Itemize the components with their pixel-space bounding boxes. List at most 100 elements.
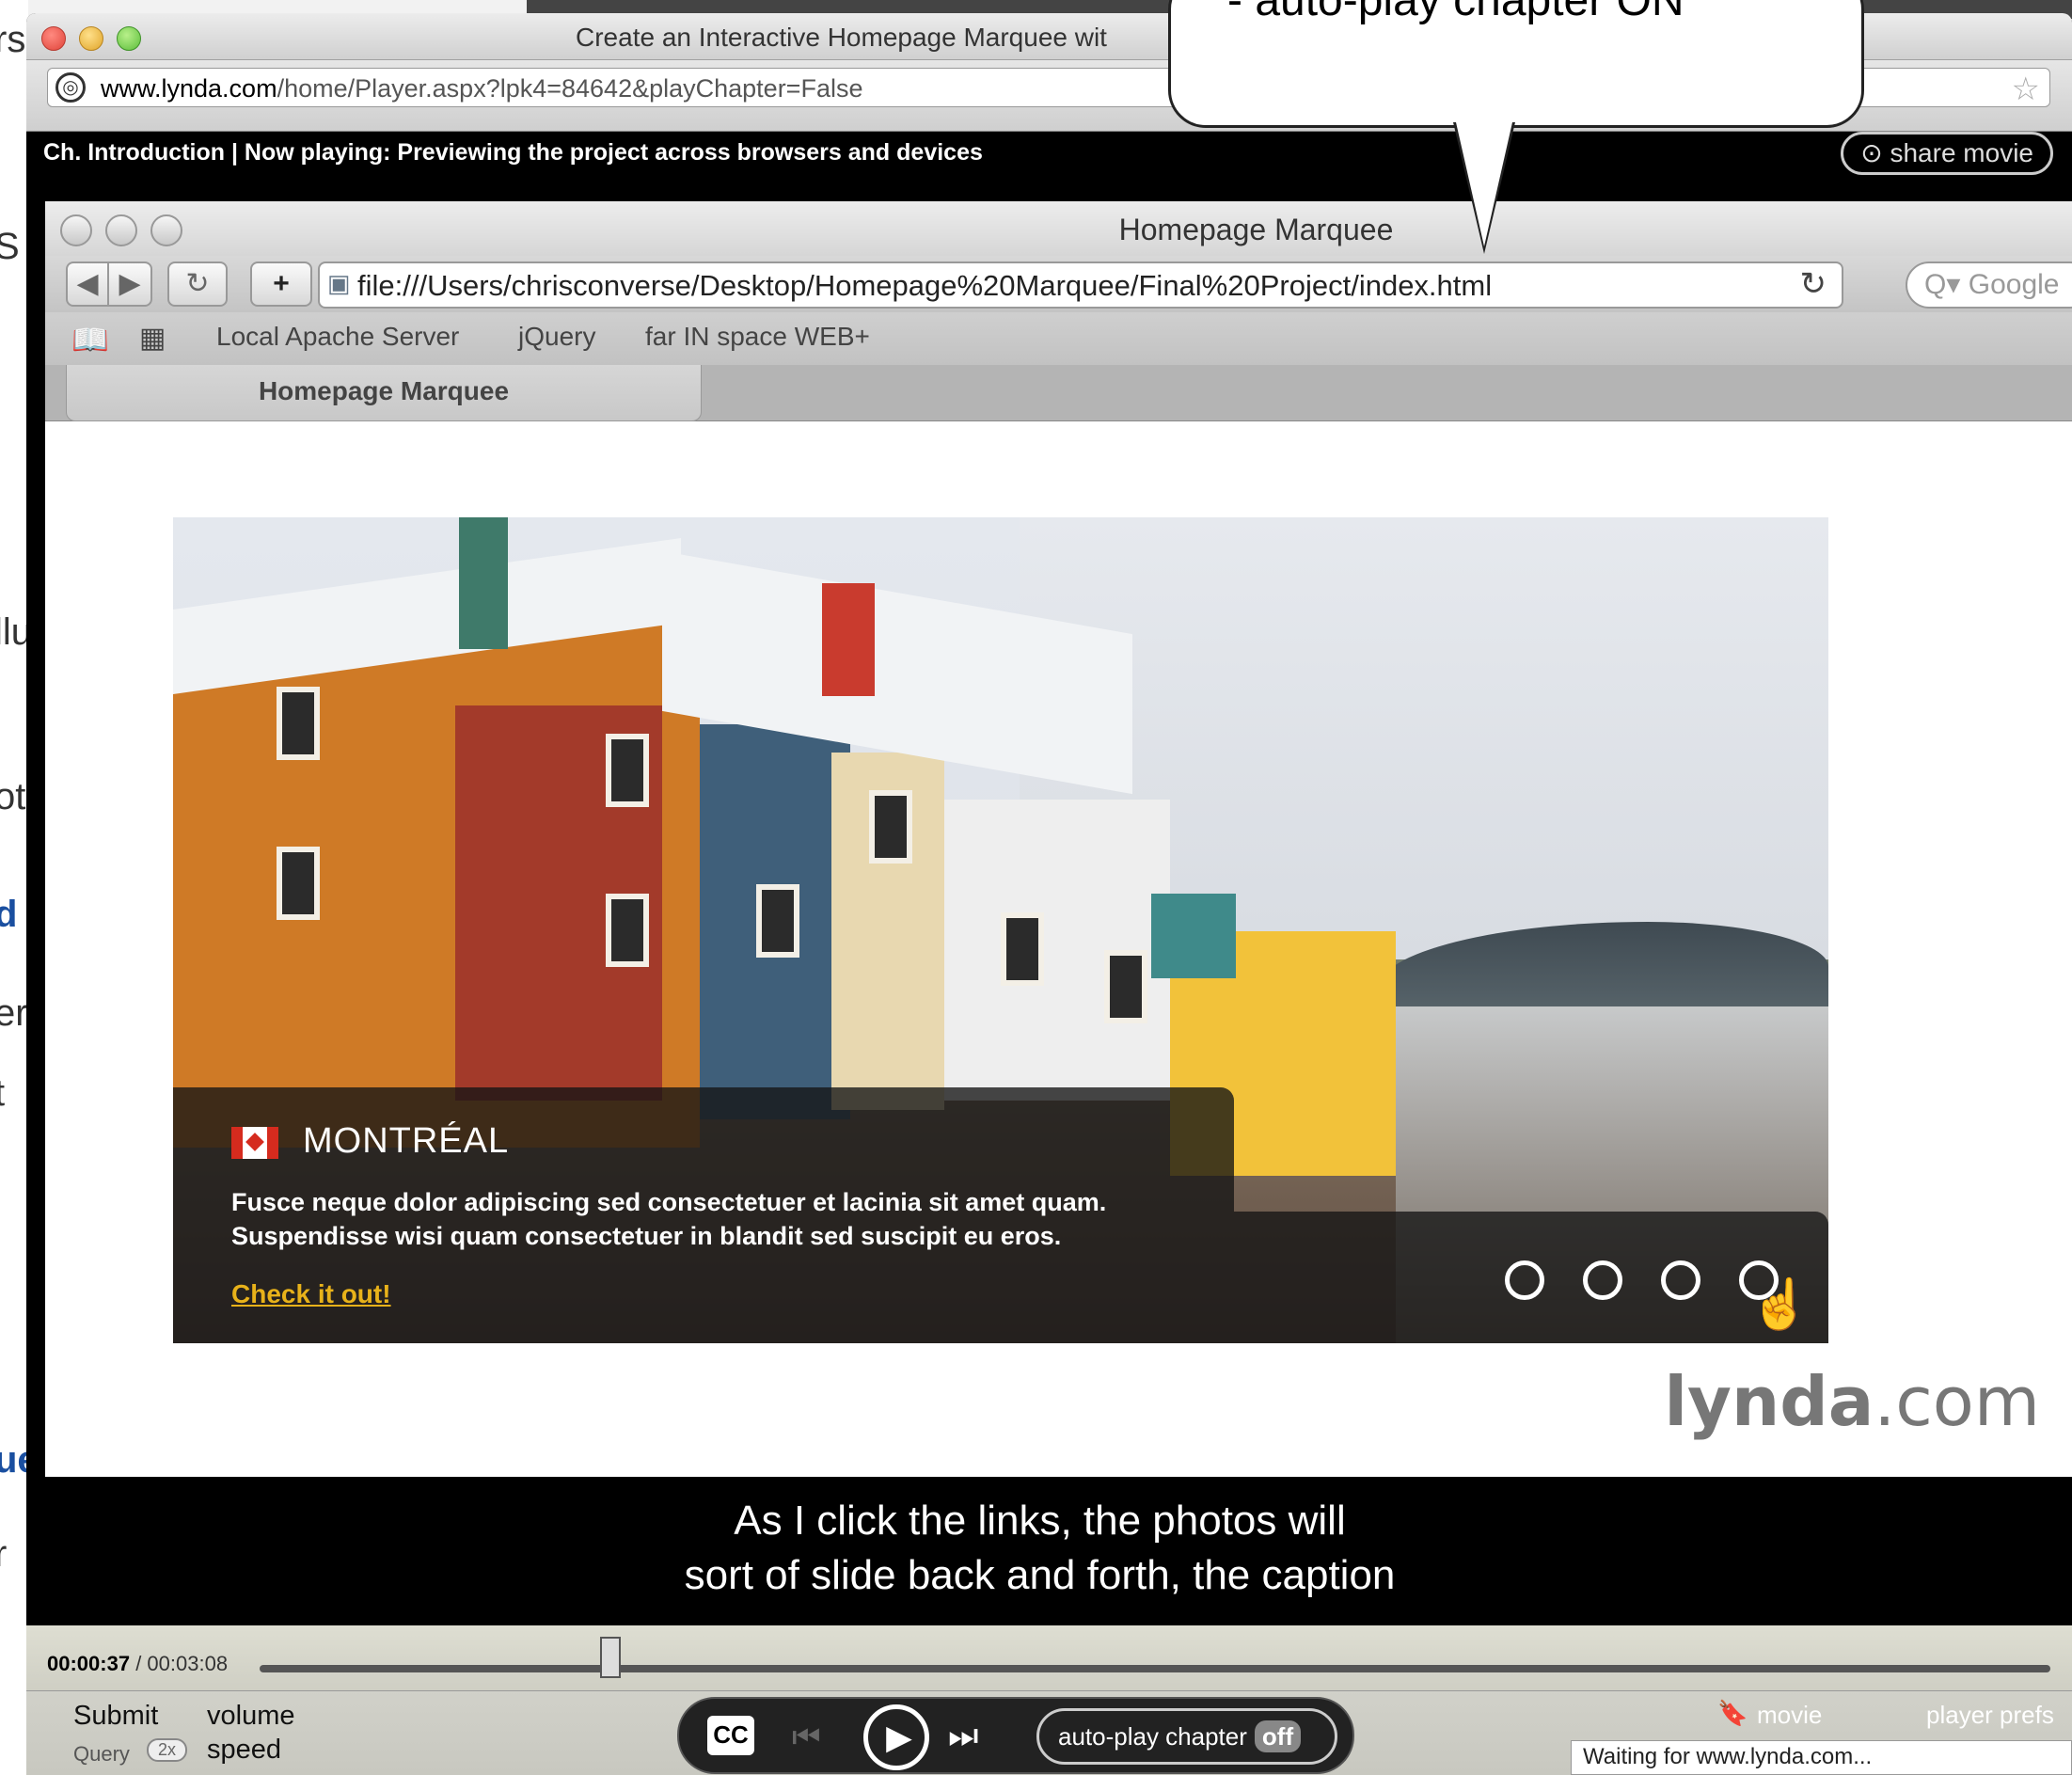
inner-window-title: Homepage Marquee: [1118, 213, 1394, 246]
search-placeholder: Google: [1968, 269, 2060, 300]
next-icon[interactable]: ⏭: [948, 1716, 978, 1756]
bg-fragment: rs: [0, 19, 26, 60]
canada-flag-icon: [231, 1127, 278, 1159]
tab-bar: Homepage Marquee: [45, 365, 2072, 421]
time-current: 00:00:37: [47, 1652, 131, 1675]
logo-suffix: .com: [1874, 1362, 2040, 1441]
hand-cursor-icon: ☝: [1749, 1277, 1811, 1332]
window-pane: [277, 687, 320, 760]
window-pane: [606, 894, 649, 967]
closed-captions-button[interactable]: CC: [707, 1716, 754, 1755]
caption-title: MONTRÉAL: [303, 1121, 510, 1161]
globe-icon: ◎: [55, 72, 86, 103]
callout-text: - auto-play chapter ON: [1227, 0, 1684, 25]
bookmark-item: far IN space WEB+: [645, 322, 870, 351]
inner-toolbar: ◀ ▶ ↻ + ▣ file:///Users/chrisconverse/De…: [45, 256, 2072, 312]
marquee-slide: MONTRÉAL Fusce neque dolor adipiscing se…: [173, 517, 1828, 1343]
window-pane: [1001, 912, 1044, 986]
close-window-button[interactable]: [41, 26, 66, 51]
player-prefs-label[interactable]: player prefs: [1926, 1701, 2054, 1730]
inner-window-titlebar: Homepage Marquee: [45, 201, 2072, 256]
green-chimney: [459, 517, 508, 649]
page-icon: ▣: [327, 269, 351, 297]
player-controls: 00:00:37 / 00:03:08 Submit volume Query …: [26, 1625, 2072, 1775]
teal-roof: [1151, 894, 1236, 978]
page-content: MONTRÉAL Fusce neque dolor adipiscing se…: [45, 421, 2072, 1477]
minimize-window-button[interactable]: [79, 26, 103, 51]
book-icon: 📖: [71, 323, 109, 357]
time-total: / 00:03:08: [135, 1652, 229, 1675]
autoplay-label: auto-play chapter: [1058, 1722, 1247, 1751]
background-left-edge: rs S llu ot d er t ue r: [0, 0, 39, 1775]
auto-play-chapter-toggle[interactable]: auto-play chapter off: [1036, 1708, 1337, 1765]
url-path: /home/Player.aspx?lpk4=84642&playChapter…: [277, 74, 863, 103]
search-icon: Q▾: [1924, 269, 1969, 300]
bookmark-icon[interactable]: 🔖: [1717, 1699, 1748, 1728]
window-title: Create an Interactive Homepage Marquee w…: [576, 23, 1107, 52]
player-info-bar: Ch. Introduction | Now playing: Previewi…: [26, 132, 2072, 188]
inner-url-text: file:///Users/chrisconverse/Desktop/Home…: [357, 269, 1493, 302]
caption-description: Fusce neque dolor adipiscing sed consect…: [231, 1185, 1210, 1253]
transport-controls: CC ⏮ ▶ ⏭ auto-play chapter off: [677, 1697, 1354, 1774]
bg-fragment: d: [0, 894, 18, 935]
autoplay-state: off: [1254, 1720, 1302, 1752]
slide-dot: [1505, 1260, 1544, 1300]
slide-dot: [1583, 1260, 1622, 1300]
share-movie-label: share movie: [1890, 138, 2033, 167]
inner-address-bar: ▣ file:///Users/chrisconverse/Desktop/Ho…: [318, 261, 1843, 309]
inner-reload-icon: ↻: [1799, 266, 1827, 302]
subtitle-line: sort of slide back and forth, the captio…: [684, 1552, 1396, 1598]
window-pane: [869, 790, 912, 864]
video-frame[interactable]: Homepage Marquee ◀ ▶ ↻ + ▣ file:///Users…: [45, 201, 2072, 1477]
window-pane: [1104, 950, 1147, 1023]
grid-icon: ▦: [139, 323, 166, 354]
bookmark-item: Local Apache Server: [216, 322, 460, 351]
movie-label[interactable]: movie: [1757, 1701, 1822, 1730]
submit-label: Submit: [73, 1701, 159, 1731]
tab-homepage-marquee: Homepage Marquee: [66, 365, 702, 421]
bg-fragment: r: [0, 1533, 8, 1575]
bg-fragment: t: [0, 1072, 5, 1115]
caption-line: Fusce neque dolor adipiscing sed consect…: [231, 1188, 1107, 1216]
window-pane: [606, 734, 649, 807]
share-icon: ⊙: [1860, 138, 1890, 167]
speed-badge[interactable]: 2x: [147, 1738, 188, 1762]
caption-line: Suspendisse wisi quam consectetuer in bl…: [231, 1222, 1062, 1250]
progress-track[interactable]: [260, 1665, 2050, 1672]
volume-label[interactable]: volume: [207, 1701, 295, 1732]
forward-arrow-icon: ▶: [107, 261, 152, 307]
timeline: 00:00:37 / 00:03:08: [26, 1625, 2072, 1691]
bg-fragment: ot: [0, 776, 26, 817]
time-display: 00:00:37 / 00:03:08: [47, 1652, 228, 1676]
subtitle-line: As I click the links, the photos will: [734, 1498, 1346, 1544]
window-pane: [756, 884, 799, 958]
add-bookmark-icon: +: [250, 261, 312, 307]
check-it-out-link: Check it out!: [231, 1279, 391, 1308]
reload-icon: ↻: [167, 261, 228, 307]
browser-status-bar: Waiting for www.lynda.com...: [1571, 1740, 2072, 1775]
logo-brand: lynda: [1664, 1362, 1874, 1441]
now-playing-text: Ch. Introduction | Now playing: Previewi…: [43, 139, 983, 166]
zoom-window-button[interactable]: [117, 26, 141, 51]
previous-icon[interactable]: ⏮: [792, 1720, 821, 1756]
share-movie-button[interactable]: ⊙ share movie: [1841, 132, 2053, 175]
slide-dot: [1661, 1260, 1700, 1300]
bg-fragment: er: [0, 992, 28, 1034]
progress-scrubber[interactable]: [600, 1637, 622, 1678]
url-domain: www.lynda.com: [101, 74, 277, 103]
play-button[interactable]: ▶: [863, 1704, 929, 1770]
query-label: Query: [73, 1742, 130, 1766]
bookmark-star-icon[interactable]: ☆: [2012, 71, 2040, 108]
red-chimney: [822, 583, 875, 696]
bookmarks-bar: 📖 ▦ Local Apache Server jQuery far IN sp…: [45, 312, 2072, 365]
callout-tail: [1456, 122, 1512, 246]
back-arrow-icon: ◀: [66, 261, 109, 307]
bookmark-item: jQuery: [518, 322, 596, 351]
bg-fragment: S: [0, 226, 20, 267]
window-pane: [277, 847, 320, 920]
inner-search-field: Q▾ Google: [1906, 261, 2072, 309]
address-text: www.lynda.com/home/Player.aspx?lpk4=8464…: [101, 74, 862, 103]
speed-label[interactable]: speed: [207, 1735, 281, 1766]
subtitles: As I click the links, the photos will so…: [26, 1477, 2053, 1639]
lynda-logo: lynda.com: [1664, 1362, 2040, 1441]
